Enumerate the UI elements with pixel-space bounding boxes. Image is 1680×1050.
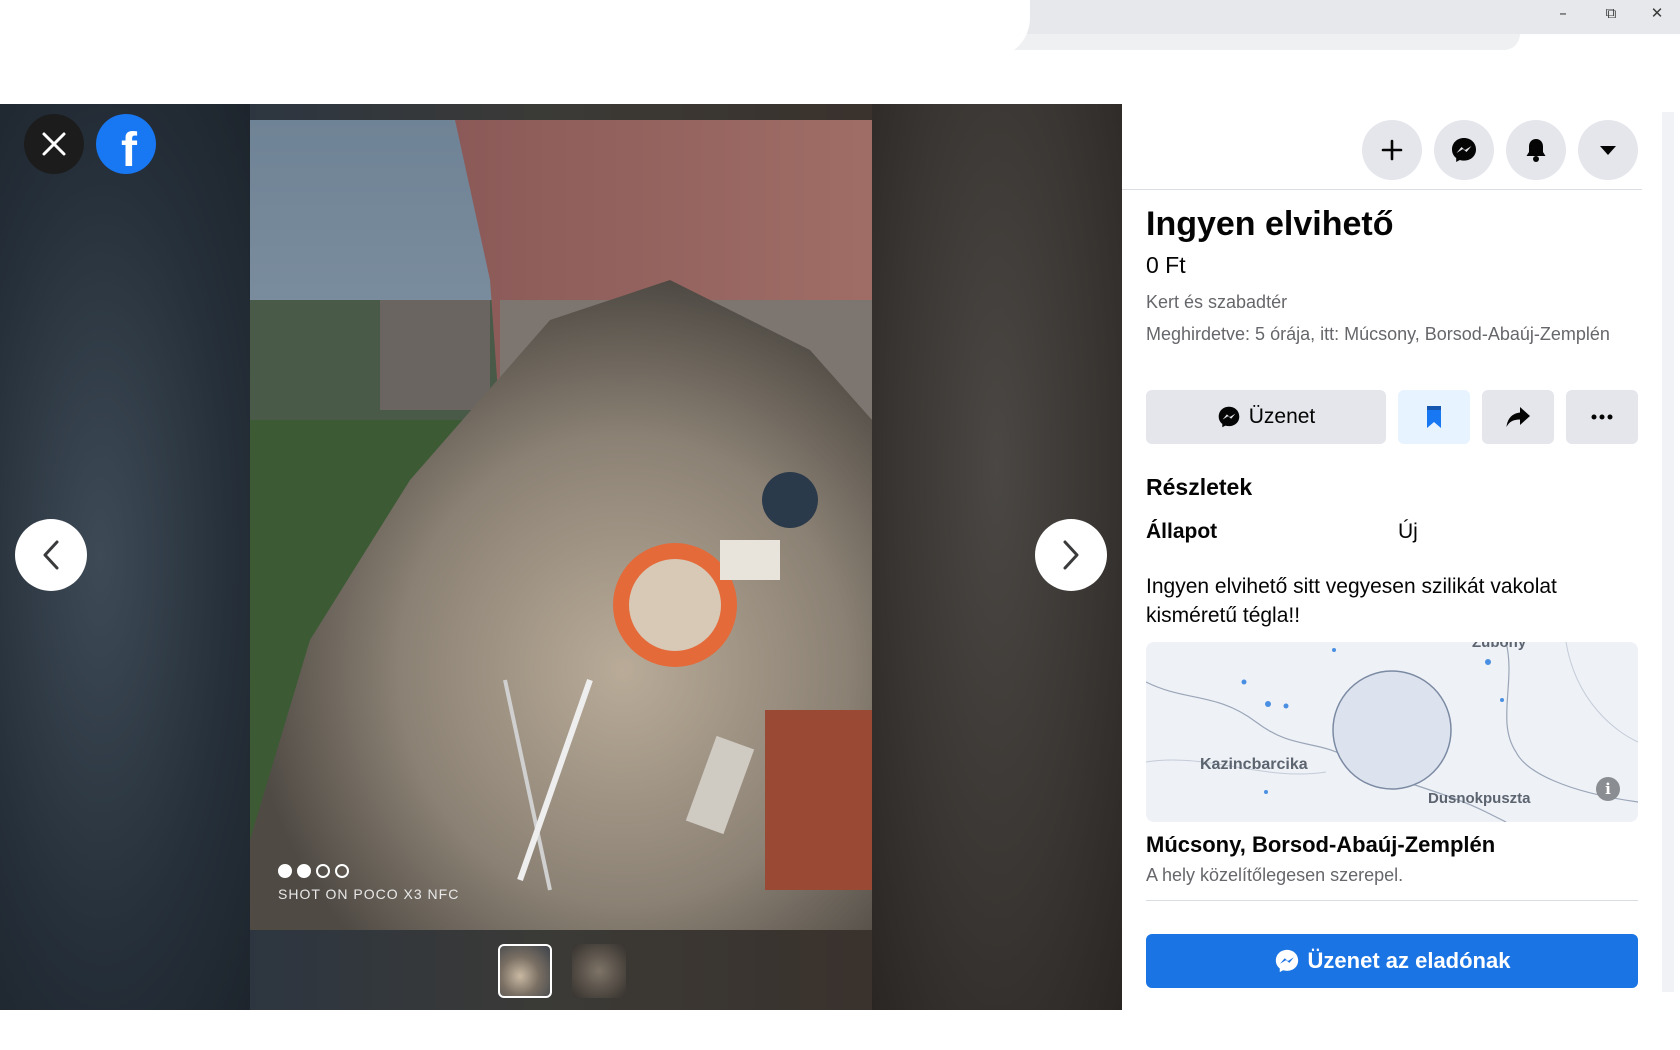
details-heading: Részletek [1146,474,1253,500]
more-horizontal-icon [1591,414,1613,420]
create-button[interactable] [1362,120,1422,180]
previous-photo-button[interactable] [15,519,87,591]
address-strip [1000,34,1520,50]
condition-label: Állapot [1146,520,1218,543]
account-menu-button[interactable] [1578,120,1638,180]
bookmark-icon [1427,406,1441,428]
dot-icon [316,864,330,878]
listing-details-panel: Ingyen elvihető 0 Ft Kert és szabadtér M… [1122,120,1642,1010]
window-titlebar: – ⧉ ✕ [0,0,1680,100]
map-background [1146,642,1638,822]
share-icon [1506,407,1530,427]
facebook-logo-icon: f [121,123,137,177]
map-top-label: Zubony [1472,642,1527,651]
facebook-logo-button[interactable]: f [96,114,156,177]
thumbnail-strip [498,944,626,998]
condition-value: Új [1398,520,1418,543]
location-name: Múcsony, Borsod-Abaúj-Zemplén [1146,832,1496,857]
message-button-label: Üzenet [1248,405,1316,428]
info-icon[interactable]: i [1596,777,1620,801]
caret-down-icon [1600,146,1616,155]
chevron-left-icon [43,540,59,570]
listing-actions: Üzenet [1146,390,1638,444]
panel-scrollbar[interactable] [1662,112,1674,992]
camera-watermark: SHOT ON POCO X3 NFC [278,886,460,902]
dot-icon [335,864,349,878]
listing-category[interactable]: Kert és szabadtér [1146,292,1287,313]
dot-icon [297,864,311,878]
next-photo-button[interactable] [1035,519,1107,591]
plus-icon [1381,139,1403,161]
listing-description: Ingyen elvihető sitt vegyesen szilikát v… [1146,575,1557,627]
location-approximate-note: A hely közelítőlegesen szerepel. [1146,865,1404,885]
redacted-area [0,0,1030,58]
map-city-label: Kazincbarcika [1200,756,1308,773]
messenger-icon [1275,949,1298,973]
location-map[interactable]: Kazincbarcika Dusnokpuszta Zubony i [1146,642,1638,822]
bell-icon [1526,139,1546,162]
save-button[interactable] [1398,390,1470,444]
chevron-right-icon [1063,540,1079,570]
panel-top-nav [1122,120,1642,190]
messenger-icon [1218,406,1240,428]
message-seller-label: Üzenet az eladónak [1307,948,1511,973]
tab-strip [1000,0,1680,34]
listing-photo: SHOT ON POCO X3 NFC [250,120,872,930]
more-options-button[interactable] [1566,390,1638,444]
listing-price: 0 Ft [1146,252,1186,278]
thumbnail-1[interactable] [498,944,552,998]
rubble-photo-image [250,120,872,930]
message-button[interactable]: Üzenet [1146,390,1386,444]
close-window-icon[interactable]: ✕ [1642,4,1672,22]
close-icon [42,132,66,156]
dot-icon [278,864,292,878]
message-seller-button[interactable]: Üzenet az eladónak [1146,934,1638,988]
messenger-icon [1452,138,1476,162]
listing-title: Ingyen elvihető [1146,205,1394,243]
photo-page-dots [278,864,349,878]
close-viewer-button[interactable] [24,114,84,174]
restore-icon[interactable]: ⧉ [1596,4,1626,22]
thumbnail-2[interactable] [572,944,626,998]
listing-posted-info: Meghirdetve: 5 órája, itt: Múcsony, Bors… [1146,324,1610,344]
photo-viewer: SHOT ON POCO X3 NFC f [0,104,1122,1010]
map-town-label: Dusnokpuszta [1428,790,1531,807]
divider [1146,900,1638,901]
messenger-button[interactable] [1434,120,1494,180]
notifications-button[interactable] [1506,120,1566,180]
share-button[interactable] [1482,390,1554,444]
minimize-icon[interactable]: – [1548,4,1578,22]
